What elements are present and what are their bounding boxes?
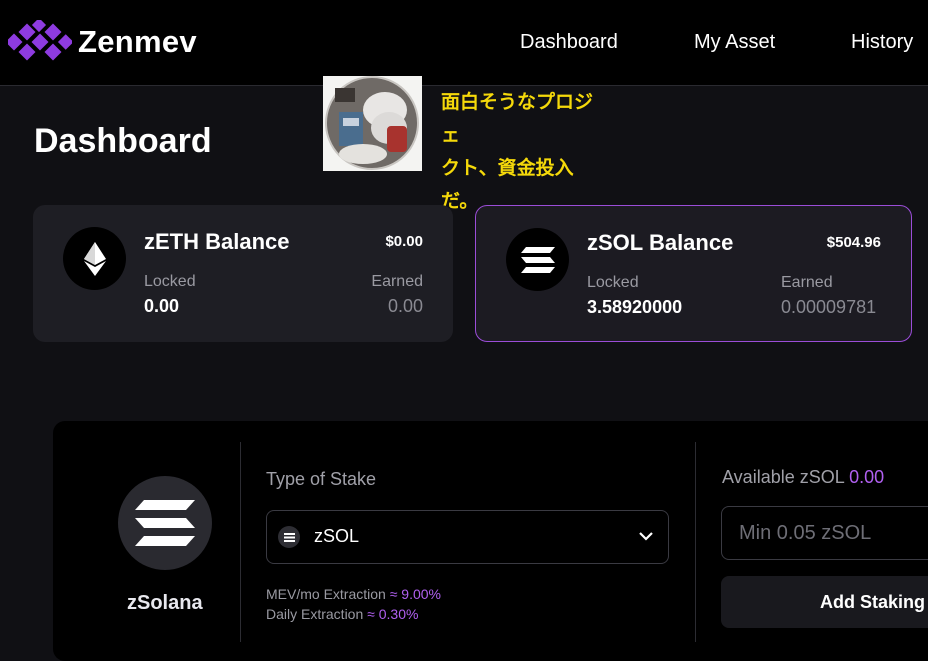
earned-label: Earned bbox=[371, 273, 423, 290]
stake-type-label: Type of Stake bbox=[266, 469, 377, 489]
top-nav-bar: Zenmev Dashboard My Asset History bbox=[0, 0, 928, 86]
earned-value: 0.00009781 bbox=[781, 297, 877, 317]
nav-history[interactable]: History bbox=[851, 31, 913, 54]
brand-name: Zenmev bbox=[78, 24, 197, 59]
zsol-balance-card[interactable]: zSOL Balance $504.96 Locked Earned 3.589… bbox=[475, 205, 912, 342]
earned-label: Earned bbox=[781, 274, 833, 291]
solana-icon bbox=[118, 476, 212, 570]
locked-value: 0.00 bbox=[144, 296, 180, 316]
available-zsol: Available zSOL 0.00 bbox=[722, 467, 884, 488]
page-title: Dashboard bbox=[34, 122, 212, 160]
coin-name: zSolana bbox=[127, 592, 203, 614]
locked-value: 3.58920000 bbox=[587, 297, 683, 317]
available-label: Available zSOL bbox=[722, 467, 845, 487]
solana-icon bbox=[278, 526, 300, 548]
overlay-photo bbox=[323, 76, 422, 171]
stake-amount-input[interactable] bbox=[721, 506, 928, 560]
divider bbox=[695, 442, 696, 642]
locked-label: Locked bbox=[587, 274, 639, 291]
cubes-logo-icon bbox=[8, 20, 72, 61]
card-title: zETH Balance bbox=[144, 229, 290, 254]
mev-value: ≈ 9.00% bbox=[389, 586, 441, 602]
locked-label: Locked bbox=[144, 273, 196, 290]
chevron-down-icon bbox=[639, 532, 653, 541]
overlay-caption: 面白そうなプロジェ クト、資金投入だ。 bbox=[441, 86, 611, 218]
nav-my-asset[interactable]: My Asset bbox=[694, 31, 775, 54]
mev-label: MEV/mo Extraction bbox=[266, 586, 386, 602]
daily-value: ≈ 0.30% bbox=[367, 606, 419, 622]
card-title: zSOL Balance bbox=[587, 230, 734, 255]
selected-stake-type: zSOL bbox=[314, 526, 360, 546]
card-usd-value: $504.96 bbox=[826, 234, 881, 251]
solana-icon bbox=[506, 228, 569, 291]
nav-dashboard[interactable]: Dashboard bbox=[520, 31, 618, 54]
mev-extraction: MEV/mo Extraction ≈ 9.00% bbox=[266, 586, 441, 602]
card-usd-value: $0.00 bbox=[385, 233, 423, 250]
daily-label: Daily Extraction bbox=[266, 606, 364, 622]
ethereum-icon bbox=[63, 227, 126, 290]
daily-extraction: Daily Extraction ≈ 0.30% bbox=[266, 606, 418, 622]
zeth-balance-card[interactable]: zETH Balance $0.00 Locked Earned 0.00 0.… bbox=[33, 205, 453, 342]
earned-value: 0.00 bbox=[387, 296, 423, 316]
available-value: 0.00 bbox=[849, 467, 885, 487]
add-staking-button[interactable]: Add Staking bbox=[721, 576, 928, 628]
brand-logo[interactable]: Zenmev bbox=[8, 20, 197, 64]
divider bbox=[240, 442, 241, 642]
caption-line-1: 面白そうなプロジェ bbox=[441, 91, 594, 146]
stake-type-select[interactable]: zSOL bbox=[266, 510, 669, 564]
